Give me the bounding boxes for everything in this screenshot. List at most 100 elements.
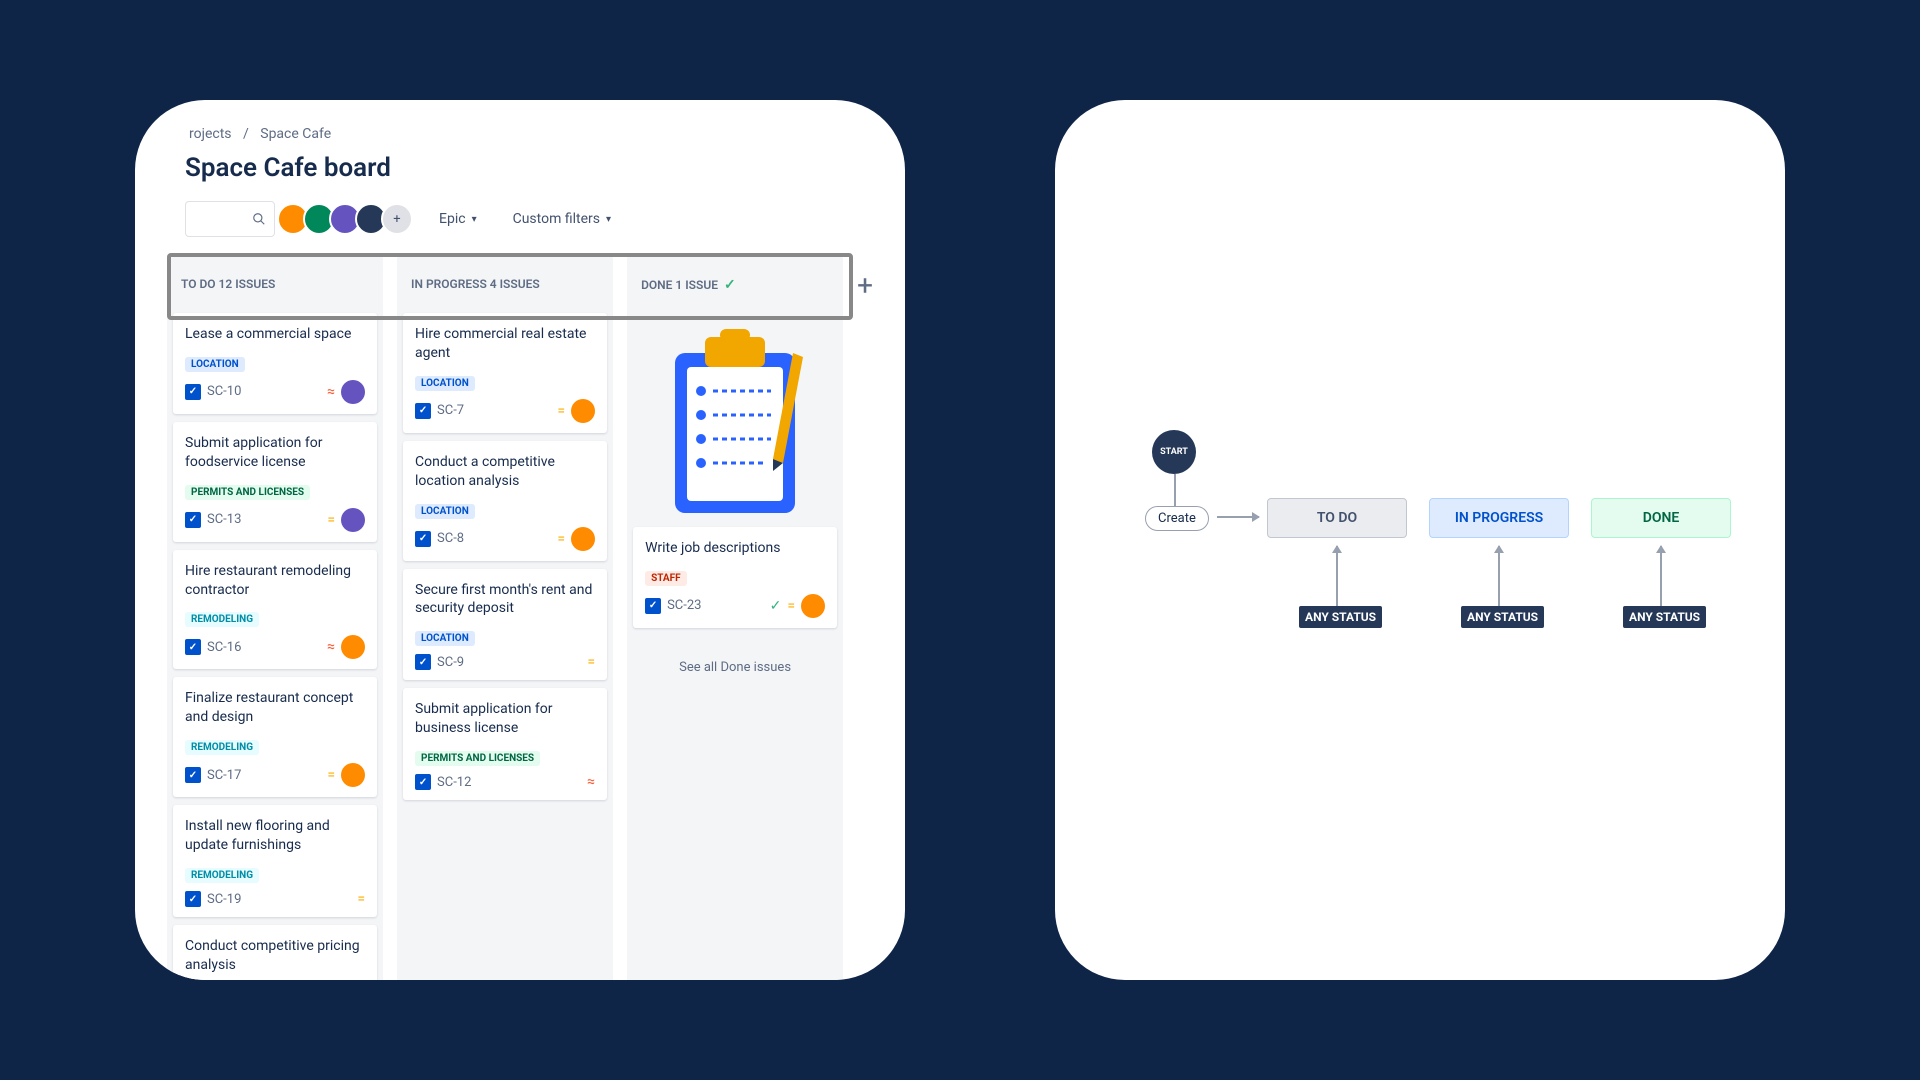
search-input[interactable] — [185, 201, 275, 237]
issue-card[interactable]: Submit application for foodservice licen… — [173, 422, 377, 542]
column-done: DONE 1 ISSUE ✓ — [627, 255, 843, 980]
task-icon: ✓ — [185, 512, 201, 528]
priority-medium-icon: = — [327, 767, 335, 783]
priority-medium-icon: = — [357, 891, 365, 907]
arrow-icon — [1660, 546, 1662, 610]
workflow-status-in-progress[interactable]: IN PROGRESS — [1429, 498, 1569, 538]
card-key: ✓SC-9 — [415, 654, 464, 670]
breadcrumb: rojects / Space Cafe — [145, 120, 895, 145]
card-title: Hire restaurant remodeling contractor — [185, 562, 365, 600]
workflow-any-status-label[interactable]: ANY STATUS — [1623, 606, 1706, 628]
workflow-status-todo[interactable]: TO DO — [1267, 498, 1407, 538]
arrow-icon — [1336, 546, 1338, 610]
issue-card[interactable]: Write job descriptionsSTAFF✓SC-23✓= — [633, 527, 837, 628]
workflow-panel: START Create TO DO IN PROGRESS DONE ANY … — [1055, 100, 1785, 980]
issue-card[interactable]: Finalize restaurant concept and design RE… — [173, 677, 377, 797]
task-icon: ✓ — [185, 767, 201, 783]
card-label: REMODELING — [185, 868, 259, 883]
card-key: ✓SC-16 — [185, 639, 241, 655]
card-label: REMODELING — [185, 612, 259, 627]
board-columns: TO DO 12 ISSUES Lease a commercial space… — [145, 255, 895, 980]
workflow-create-transition[interactable]: Create — [1145, 506, 1209, 531]
assignee-avatar[interactable] — [341, 763, 365, 787]
check-icon: ✓ — [770, 598, 782, 614]
task-icon: ✓ — [415, 654, 431, 670]
card-key: ✓SC-17 — [185, 767, 241, 783]
card-label: PERMITS AND LICENSES — [185, 485, 310, 500]
card-label: LOCATION — [415, 631, 475, 646]
column-in-progress: IN PROGRESS 4 ISSUES Hire commercial rea… — [397, 255, 613, 980]
check-icon: ✓ — [724, 277, 736, 293]
breadcrumb-sep: / — [243, 126, 249, 142]
issue-card[interactable]: Lease a commercial spaceLOCATION✓SC-10≈ — [173, 313, 377, 414]
issue-card[interactable]: Install new flooring and update furnishi… — [173, 805, 377, 917]
assignee-avatar[interactable] — [801, 594, 825, 618]
workflow-start-node[interactable]: START — [1152, 430, 1196, 474]
card-title: Hire commercial real estate agent — [415, 325, 595, 363]
task-icon: ✓ — [185, 639, 201, 655]
card-title: Conduct a competitive location analysis — [415, 453, 595, 491]
done-illustration — [633, 315, 837, 527]
card-key: ✓SC-10 — [185, 384, 241, 400]
priority-medium-icon: = — [557, 531, 565, 547]
card-title: Finalize restaurant concept and design — [185, 689, 365, 727]
priority-medium-icon: = — [787, 598, 795, 614]
column-header-todo[interactable]: TO DO 12 ISSUES — [167, 255, 383, 313]
breadcrumb-current[interactable]: Space Cafe — [260, 126, 331, 142]
task-icon: ✓ — [185, 891, 201, 907]
arrow-icon — [1217, 516, 1259, 518]
task-icon: ✓ — [645, 598, 661, 614]
priority-high-icon: ≈ — [327, 384, 335, 400]
task-icon: ✓ — [415, 403, 431, 419]
add-column-button[interactable]: + — [857, 255, 873, 980]
workflow-any-status-label[interactable]: ANY STATUS — [1299, 606, 1382, 628]
arrow-icon — [1498, 546, 1500, 610]
custom-filters[interactable]: Custom filters▾ — [503, 205, 621, 233]
card-title: Secure first month's rent and security d… — [415, 581, 595, 619]
board-toolbar: + Epic▾ Custom filters▾ — [145, 197, 895, 255]
priority-medium-icon: = — [327, 512, 335, 528]
card-key: ✓SC-7 — [415, 403, 464, 419]
workflow-diagram: START Create TO DO IN PROGRESS DONE ANY … — [1125, 450, 1715, 670]
card-label: REMODELING — [185, 740, 259, 755]
chevron-down-icon: ▾ — [606, 214, 611, 225]
card-label: STAFF — [645, 571, 687, 586]
card-key: ✓SC-19 — [185, 891, 241, 907]
card-title: Install new flooring and update furnishi… — [185, 817, 365, 855]
assignee-avatar[interactable] — [341, 380, 365, 404]
card-title: Submit application for business license — [415, 700, 595, 738]
card-title: Lease a commercial space — [185, 325, 365, 344]
breadcrumb-projects[interactable]: rojects — [189, 126, 232, 142]
card-key: ✓SC-12 — [415, 774, 471, 790]
search-icon — [252, 212, 266, 226]
issue-card[interactable]: Hire commercial real estate agent LOCATIO… — [403, 313, 607, 433]
card-label: LOCATION — [415, 376, 475, 391]
assignee-avatar[interactable] — [341, 508, 365, 532]
column-header-done[interactable]: DONE 1 ISSUE ✓ — [627, 255, 843, 315]
priority-medium-icon: = — [587, 654, 595, 670]
add-people-button[interactable]: + — [381, 203, 413, 235]
assignee-avatars: + — [283, 203, 413, 235]
task-icon: ✓ — [185, 384, 201, 400]
column-todo: TO DO 12 ISSUES Lease a commercial space… — [167, 255, 383, 980]
priority-medium-icon: = — [557, 403, 565, 419]
issue-card[interactable]: Submit application for business licenseP… — [403, 688, 607, 800]
card-label: LOCATION — [415, 504, 475, 519]
chevron-down-icon: ▾ — [472, 214, 477, 225]
issue-card[interactable]: Secure first month's rent and security d… — [403, 569, 607, 681]
issue-card[interactable]: Conduct competitive pricing analysisFOOD… — [173, 925, 377, 980]
see-all-done-link[interactable]: See all Done issues — [633, 636, 837, 699]
assignee-avatar[interactable] — [341, 635, 365, 659]
card-key: ✓SC-8 — [415, 531, 464, 547]
card-key: ✓SC-23 — [645, 598, 701, 614]
issue-card[interactable]: Conduct a competitive location analysis L… — [403, 441, 607, 561]
assignee-avatar[interactable] — [571, 399, 595, 423]
workflow-status-done[interactable]: DONE — [1591, 498, 1731, 538]
card-key: ✓SC-13 — [185, 512, 241, 528]
assignee-avatar[interactable] — [571, 527, 595, 551]
epic-filter[interactable]: Epic▾ — [429, 205, 487, 233]
issue-card[interactable]: Hire restaurant remodeling contractor REM… — [173, 550, 377, 670]
column-header-progress[interactable]: IN PROGRESS 4 ISSUES — [397, 255, 613, 313]
workflow-any-status-label[interactable]: ANY STATUS — [1461, 606, 1544, 628]
card-title: Conduct competitive pricing analysis — [185, 937, 365, 975]
